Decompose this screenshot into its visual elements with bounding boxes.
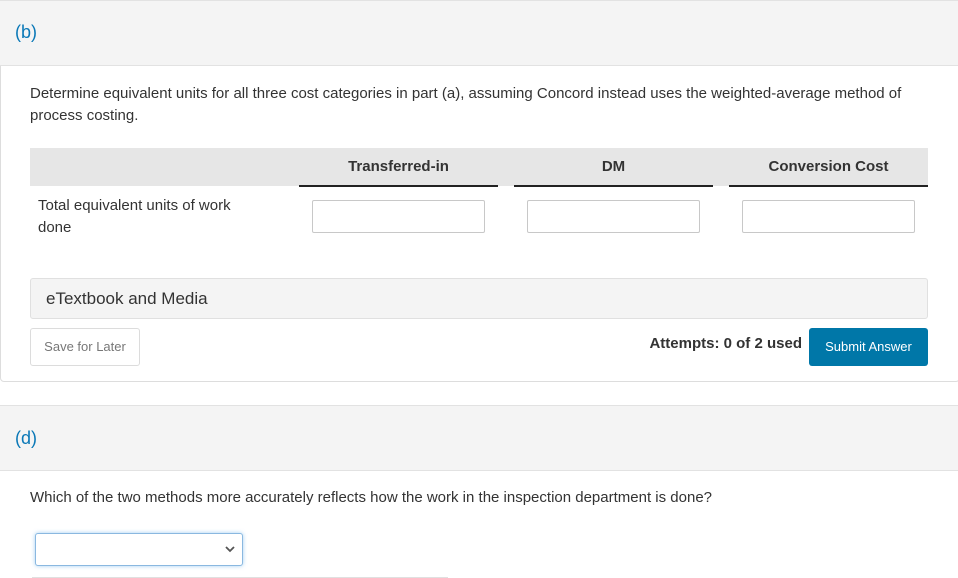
submit-answer-button[interactable]: Submit Answer [809, 328, 928, 366]
column-header-conversion-cost: Conversion Cost [729, 148, 928, 187]
dm-input[interactable] [527, 200, 700, 233]
part-b-question: Determine equivalent units for all three… [30, 85, 902, 124]
part-d-question: Which of the two methods more accurately… [30, 489, 713, 506]
save-for-later-button[interactable]: Save for Later [30, 328, 140, 366]
method-select[interactable] [35, 533, 243, 566]
transferred-in-input[interactable] [312, 200, 485, 233]
part-d-header: (d) [0, 405, 958, 471]
column-header-transferred-in: Transferred-in [299, 148, 498, 187]
chevron-down-icon [225, 546, 235, 553]
attempts-counter: Attempts: 0 of 2 used [649, 335, 802, 352]
part-b-label: (b) [15, 22, 37, 42]
conversion-cost-input[interactable] [742, 200, 915, 233]
column-header-dm: DM [514, 148, 713, 187]
part-d-label: (d) [15, 428, 37, 448]
etextbook-media-toggle[interactable]: eTextbook and Media [30, 278, 928, 319]
row-label-total-equivalent-units: Total equivalent units of work done [38, 197, 231, 236]
part-b-header: (b) [0, 0, 958, 66]
